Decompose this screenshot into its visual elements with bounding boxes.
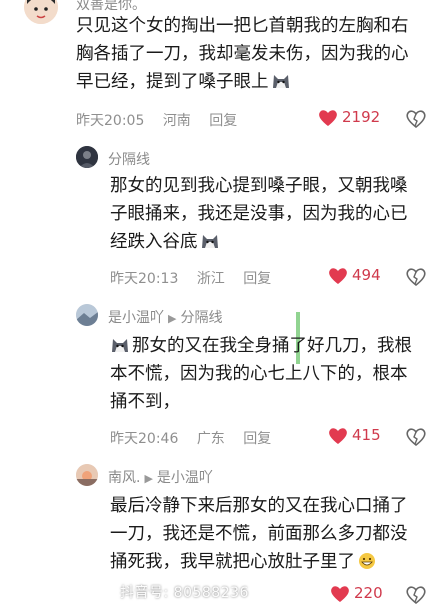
avatar[interactable] [76,304,98,326]
avatar[interactable] [76,146,98,168]
heart-icon [331,585,349,602]
comment-meta: 昨天20:46 广东 回复 [110,431,272,447]
comment-text: 只见这个女的掏出一把匕首朝我的左胸和右 胸各插了一刀，我却毫发未伤，因为我的心 … [76,16,409,92]
comment-text: 那女的见到我心提到嗓子眼，又朝我嗓 子眼捅来，我还是没事，因为我的心已 经跌入谷… [110,176,408,252]
comment-author-name[interactable]: 南风. ▶ 是小温吖 [108,467,213,487]
like-count: 494 [352,266,381,284]
husky-emoji [201,235,218,248]
reply-arrow-icon: ▶ [144,472,153,485]
dislike-heart-icon[interactable] [406,428,426,446]
comment-meta: 昨天20:05 河南 回复 [76,113,238,129]
comment-meta: 昨天20:13 浙江 回复 [110,271,272,287]
watermark: 抖音号: 80588236 [120,585,249,601]
dislike-heart-icon[interactable] [406,110,426,128]
dislike-heart-icon[interactable] [406,586,426,604]
like-count: 2192 [342,108,381,126]
landscape-avatar-icon [76,304,98,326]
like-count: 220 [354,584,383,602]
avatar[interactable] [24,0,58,24]
like-count: 415 [352,426,381,444]
dislike-heart-icon[interactable] [406,268,426,286]
sunset-avatar-icon [76,464,98,486]
dark-portrait-avatar-icon [76,146,98,168]
avatar[interactable] [76,464,98,486]
comment-text: 那女的又在我全身捅了好几刀，我根 本不慌，因为我的心七上八下的，根本 捅不到， [110,336,412,412]
reply-button[interactable]: 回复 [243,431,271,447]
comment-text: 最后冷静下来后那女的又在我心口捅了 一刀，我还是不慌，前面那么多刀都没 捅死我，… [110,496,408,572]
husky-emoji [272,75,289,88]
husky-emoji [112,339,128,352]
reply-button[interactable]: 回复 [243,271,271,287]
cartoon-girl-avatar-icon [24,0,58,24]
reply-arrow-icon: ▶ [168,312,177,325]
like-button[interactable]: 220 [330,584,383,603]
heart-icon [319,109,337,126]
like-button[interactable]: 415 [328,426,381,445]
heart-icon [329,267,347,284]
comment-author-name[interactable]: 分隔线 [108,149,150,169]
grin-emoji [359,553,375,569]
comment-author-name[interactable]: 是小温吖 ▶ 分隔线 [108,307,222,327]
heart-icon [329,427,347,444]
reply-button[interactable]: 回复 [209,113,237,129]
like-button[interactable]: 2192 [318,108,380,127]
like-button[interactable]: 494 [328,266,381,285]
